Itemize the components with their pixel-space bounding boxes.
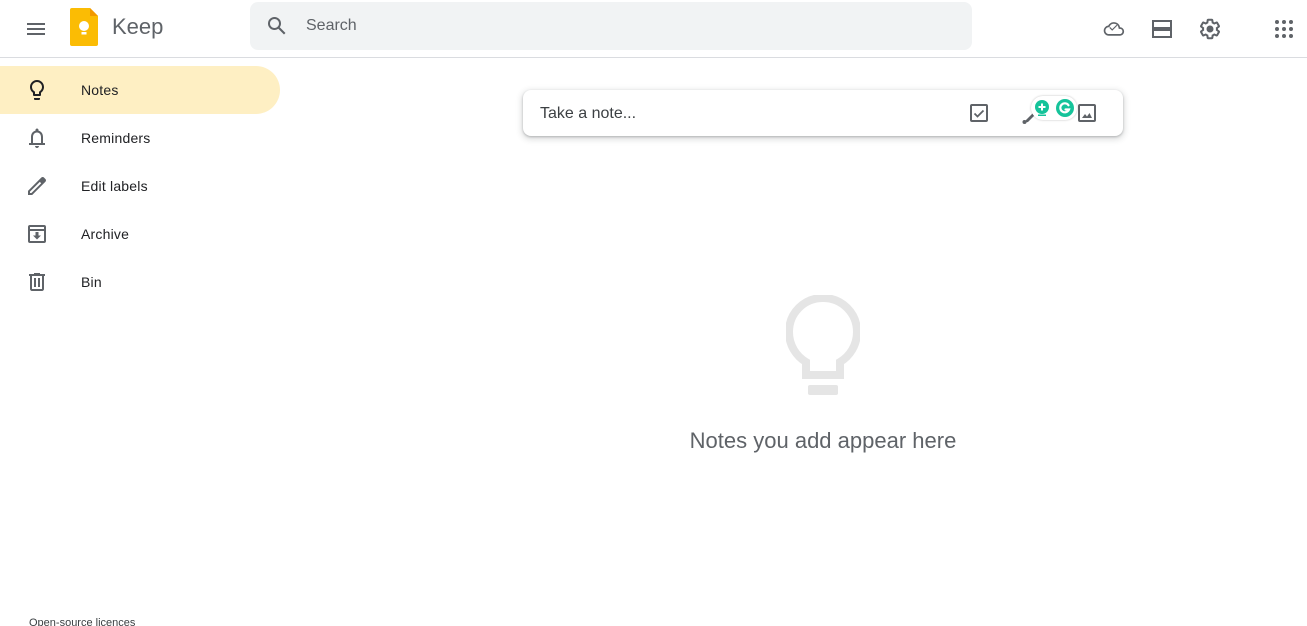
sidebar: Notes Reminders Edit labels Archive Bin … — [0, 58, 280, 626]
list-view-button[interactable] — [1138, 5, 1186, 53]
sidebar-item-label: Edit labels — [81, 178, 148, 194]
empty-state-message: Notes you add appear here — [689, 428, 957, 453]
new-list-button[interactable] — [967, 101, 991, 125]
top-app-bar: Keep — [0, 0, 1307, 58]
lightbulb-icon — [786, 295, 860, 395]
sidebar-item-edit-labels[interactable]: Edit labels — [0, 162, 280, 210]
archive-icon — [28, 225, 46, 243]
search-bar — [250, 2, 972, 50]
keep-logo-icon[interactable] — [70, 8, 98, 46]
take-a-note-input[interactable]: Take a note... — [540, 105, 636, 123]
refresh-button[interactable] — [1090, 5, 1138, 53]
gear-icon — [1199, 18, 1221, 40]
main-menu-button[interactable] — [12, 5, 60, 53]
bell-icon — [29, 128, 45, 148]
trash-icon — [29, 273, 45, 291]
list-view-icon — [1152, 20, 1172, 38]
sidebar-item-label: Archive — [81, 226, 130, 242]
open-source-licences-link[interactable]: Open-source licences — [29, 617, 135, 626]
checkbox-icon — [970, 104, 988, 122]
image-icon — [1078, 104, 1096, 122]
sidebar-item-bin[interactable]: Bin — [0, 258, 280, 306]
sidebar-item-label: Reminders — [81, 130, 151, 146]
sidebar-item-notes[interactable]: Notes — [0, 66, 280, 114]
hamburger-menu-icon — [27, 23, 45, 35]
google-apps-button[interactable] — [1260, 5, 1307, 53]
cloud-check-icon — [1103, 22, 1125, 36]
search-input[interactable] — [306, 2, 946, 50]
grammarly-extension[interactable] — [1031, 96, 1077, 120]
pencil-icon — [28, 177, 47, 195]
sidebar-item-label: Notes — [81, 82, 119, 98]
grammarly-icon — [1056, 99, 1074, 117]
apps-grid-icon — [1275, 20, 1293, 38]
lightbulb-icon — [30, 80, 44, 100]
sidebar-item-archive[interactable]: Archive — [0, 210, 280, 258]
take-a-note-bar[interactable]: Take a note... — [523, 90, 1123, 136]
sidebar-item-reminders[interactable]: Reminders — [0, 114, 280, 162]
search-icon[interactable] — [265, 14, 289, 38]
new-image-button[interactable] — [1075, 101, 1099, 125]
settings-button[interactable] — [1186, 5, 1234, 53]
sidebar-item-label: Bin — [81, 274, 102, 290]
grammarly-add-icon — [1035, 100, 1049, 116]
app-title[interactable]: Keep — [112, 13, 163, 41]
